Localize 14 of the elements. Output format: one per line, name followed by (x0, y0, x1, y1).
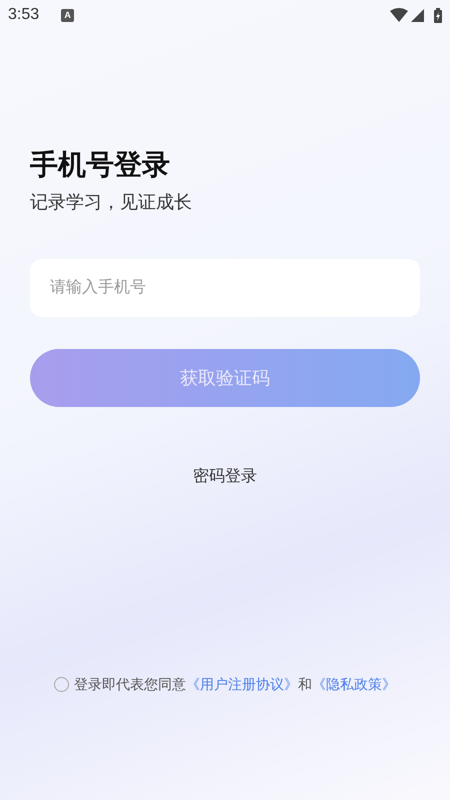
password-login-link[interactable]: 密码登录 (193, 465, 257, 489)
agreement-text: 登录即代表您同意 (74, 675, 186, 694)
battery-icon (434, 8, 442, 22)
privacy-link[interactable]: 《隐私政策》 (312, 674, 396, 695)
conjunction-text: 和 (298, 675, 312, 694)
signal-icon (411, 8, 424, 22)
wifi-icon (390, 8, 408, 22)
terms-link[interactable]: 《用户注册协议》 (186, 674, 298, 695)
page-title: 手机号登录 (30, 148, 171, 182)
page-subtitle: 记录学习，见证成长 (30, 191, 193, 214)
notification-icon: A (61, 8, 74, 22)
phone-input-field[interactable]: 请输入手机号 (30, 259, 420, 317)
status-time: 3:53 (8, 5, 40, 25)
agreement-checkbox[interactable] (54, 677, 69, 692)
